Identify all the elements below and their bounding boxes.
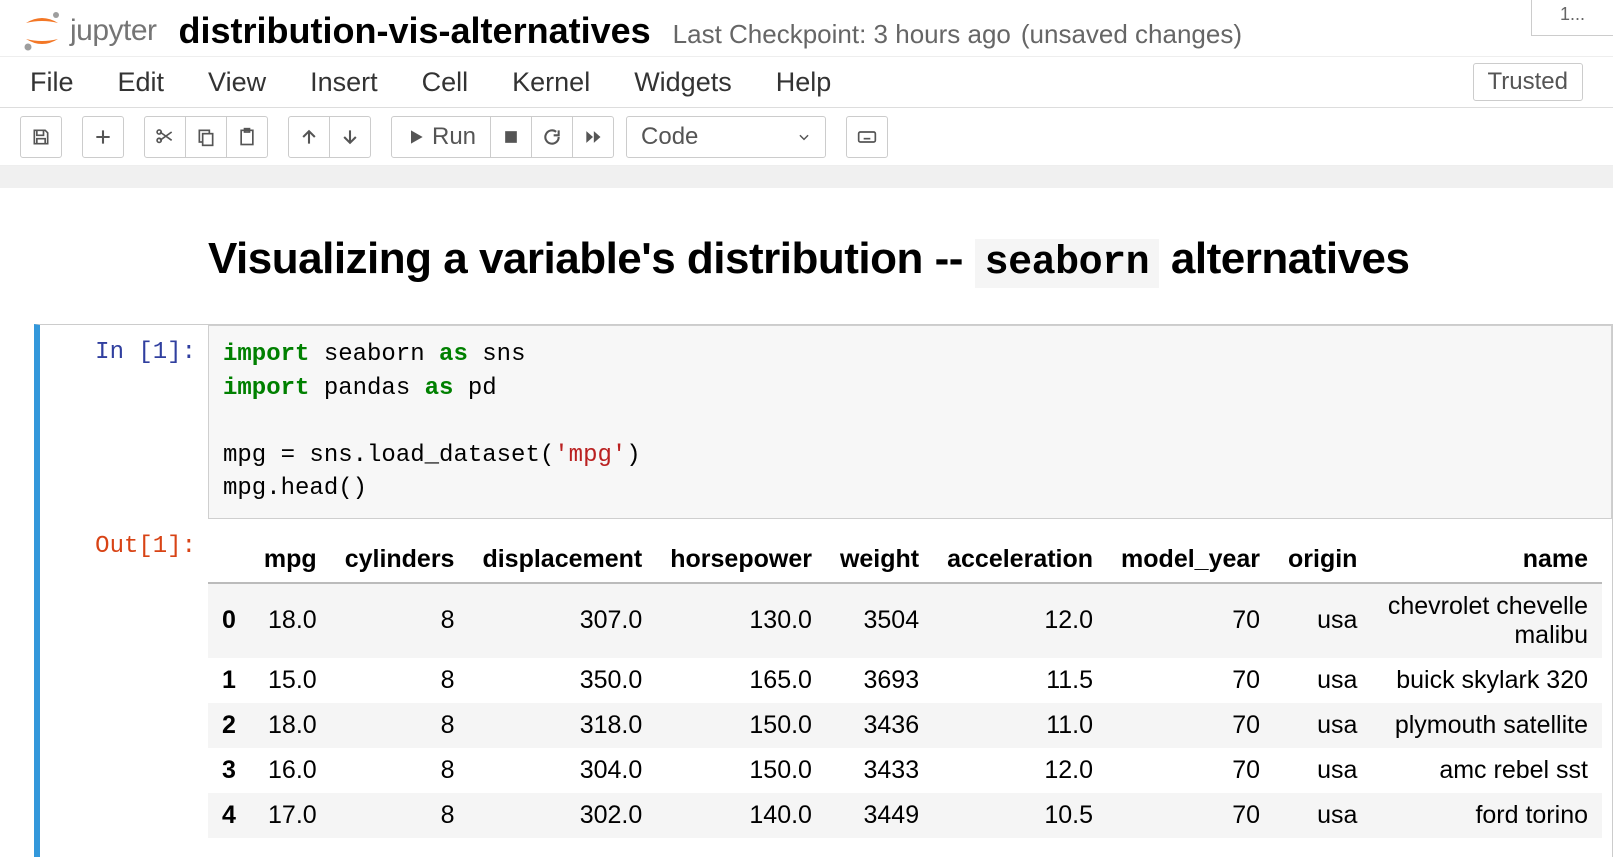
out-prompt: Out[1]: xyxy=(40,519,208,560)
plus-icon xyxy=(93,127,113,147)
chevron-down-icon xyxy=(797,130,811,144)
run-label: Run xyxy=(432,123,476,151)
cut-button[interactable] xyxy=(144,116,186,158)
save-button[interactable] xyxy=(20,116,62,158)
notebook-gap xyxy=(0,166,1613,188)
table-row: 316.08304.0150.0343312.070usaamc rebel s… xyxy=(208,748,1602,793)
run-group: Run xyxy=(391,116,614,158)
col-weight: weight xyxy=(826,537,933,583)
table-body: 018.08307.0130.0350412.070usachevrolet c… xyxy=(208,583,1602,838)
row-idx: 2 xyxy=(208,703,250,748)
scissors-icon xyxy=(155,127,175,147)
header: jupyter distribution-vis-alternatives La… xyxy=(0,0,1613,56)
paste-button[interactable] xyxy=(226,116,268,158)
notebook-area: Visualizing a variable's distribution --… xyxy=(0,188,1613,857)
unsaved-label: (unsaved changes) xyxy=(1021,19,1242,50)
celltype-value: Code xyxy=(641,123,698,151)
menu-help[interactable]: Help xyxy=(776,67,832,98)
celltype-select[interactable]: Code xyxy=(626,116,826,158)
arrow-down-icon xyxy=(340,127,360,147)
table-row: 115.08350.0165.0369311.570usabuick skyla… xyxy=(208,658,1602,703)
col-name: name xyxy=(1371,537,1602,583)
table-row: 417.08302.0140.0344910.570usaford torino xyxy=(208,793,1602,838)
heading-pre: Visualizing a variable's distribution -- xyxy=(208,234,975,283)
row-idx: 3 xyxy=(208,748,250,793)
markdown-heading[interactable]: Visualizing a variable's distribution --… xyxy=(8,188,1613,324)
dataframe-table: mpg cylinders displacement horsepower we… xyxy=(208,537,1602,838)
row-idx: 0 xyxy=(208,583,250,658)
jupyter-word: jupyter xyxy=(70,14,157,48)
jupyter-logo[interactable]: jupyter xyxy=(20,9,157,53)
col-acceleration: acceleration xyxy=(933,537,1107,583)
insert-cell-button[interactable] xyxy=(82,116,124,158)
col-horsepower: horsepower xyxy=(656,537,826,583)
in-prompt: In [1]: xyxy=(40,325,208,366)
menu-view[interactable]: View xyxy=(208,67,266,98)
paste-icon xyxy=(237,127,257,147)
interrupt-button[interactable] xyxy=(490,116,532,158)
jupyter-icon xyxy=(20,9,64,53)
copy-button[interactable] xyxy=(185,116,227,158)
menu-kernel[interactable]: Kernel xyxy=(512,67,590,98)
row-idx: 4 xyxy=(208,793,250,838)
arrow-up-icon xyxy=(299,127,319,147)
restart-button[interactable] xyxy=(531,116,573,158)
code-input[interactable]: import seaborn as sns import pandas as p… xyxy=(208,325,1612,519)
col-model-year: model_year xyxy=(1107,537,1274,583)
save-icon xyxy=(31,127,51,147)
notebook-title[interactable]: distribution-vis-alternatives xyxy=(179,10,651,52)
move-up-button[interactable] xyxy=(288,116,330,158)
table-header: mpg cylinders displacement horsepower we… xyxy=(208,537,1602,583)
refresh-icon xyxy=(542,127,562,147)
keyboard-icon xyxy=(857,127,877,147)
output-area: mpg cylinders displacement horsepower we… xyxy=(208,519,1612,857)
checkpoint-label: Last Checkpoint: 3 hours ago xyxy=(673,19,1011,50)
menu-file[interactable]: File xyxy=(30,67,74,98)
code-cell-1[interactable]: In [1]: import seaborn as sns import pan… xyxy=(34,324,1613,857)
move-down-button[interactable] xyxy=(329,116,371,158)
col-mpg: mpg xyxy=(250,537,331,583)
restart-run-all-button[interactable] xyxy=(572,116,614,158)
browser-tab-indicator[interactable]: 1... xyxy=(1531,0,1613,36)
play-icon xyxy=(406,127,426,147)
table-row: 018.08307.0130.0350412.070usachevrolet c… xyxy=(208,583,1602,658)
trusted-badge[interactable]: Trusted xyxy=(1473,63,1583,101)
title-block: distribution-vis-alternatives Last Check… xyxy=(179,10,1242,52)
menubar: File Edit View Insert Cell Kernel Widget… xyxy=(0,56,1613,108)
run-button[interactable]: Run xyxy=(391,116,491,158)
menu-insert[interactable]: Insert xyxy=(310,67,378,98)
command-palette-button[interactable] xyxy=(846,116,888,158)
stop-icon xyxy=(501,127,521,147)
col-origin: origin xyxy=(1274,537,1371,583)
menu-cell[interactable]: Cell xyxy=(422,67,469,98)
table-row: 218.08318.0150.0343611.070usaplymouth sa… xyxy=(208,703,1602,748)
menu-widgets[interactable]: Widgets xyxy=(634,67,732,98)
heading-post: alternatives xyxy=(1159,234,1409,283)
copy-icon xyxy=(196,127,216,147)
col-displacement: displacement xyxy=(468,537,656,583)
col-cylinders: cylinders xyxy=(331,537,469,583)
heading-code: seaborn xyxy=(975,239,1160,288)
row-idx: 1 xyxy=(208,658,250,703)
move-group xyxy=(288,116,371,158)
fast-forward-icon xyxy=(583,127,603,147)
toolbar: Run Code xyxy=(0,108,1613,166)
menu-edit[interactable]: Edit xyxy=(118,67,165,98)
edit-group xyxy=(144,116,268,158)
